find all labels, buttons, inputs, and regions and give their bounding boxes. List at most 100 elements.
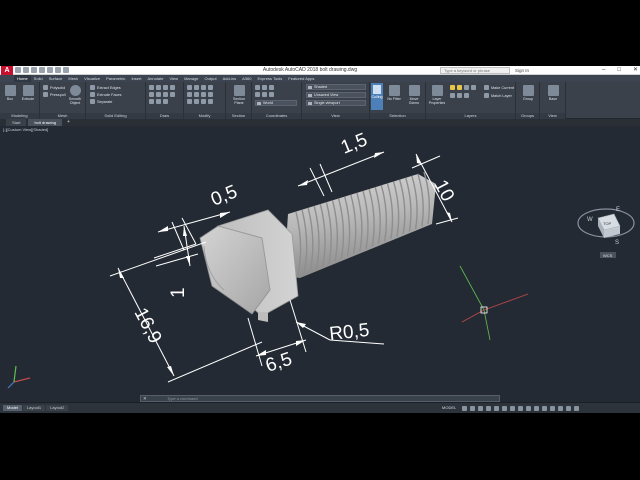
move-icon[interactable] bbox=[187, 85, 192, 90]
undo-icon[interactable] bbox=[55, 67, 61, 73]
layer-on-icon[interactable] bbox=[450, 85, 455, 90]
region-icon[interactable] bbox=[156, 99, 161, 104]
layout-tab-layout2[interactable]: Layout2 bbox=[46, 405, 69, 411]
open-icon[interactable] bbox=[23, 67, 29, 73]
culling-button[interactable]: Culling bbox=[371, 83, 383, 110]
scale-icon[interactable] bbox=[194, 99, 199, 104]
command-line[interactable]: ✕ Type a command bbox=[140, 395, 500, 402]
doc-tab-start[interactable]: Start bbox=[6, 119, 27, 126]
fillet-icon[interactable] bbox=[201, 92, 206, 97]
array-icon[interactable] bbox=[201, 99, 206, 104]
line-icon[interactable] bbox=[149, 85, 154, 90]
dim-text-1-5[interactable]: 1,5 bbox=[338, 129, 370, 158]
polar-icon[interactable] bbox=[486, 406, 491, 411]
tab-view[interactable]: View bbox=[166, 75, 181, 82]
new-tab-button[interactable]: + bbox=[64, 119, 73, 126]
annotation-monitor-icon[interactable] bbox=[534, 406, 539, 411]
rectangle-icon[interactable] bbox=[149, 92, 154, 97]
hardware-acceleration-icon[interactable] bbox=[550, 406, 555, 411]
search-input[interactable]: Type a keyword or phrase bbox=[440, 67, 510, 74]
match-layer-button[interactable]: Match Layer bbox=[484, 92, 512, 99]
customization-icon[interactable] bbox=[566, 406, 571, 411]
application-menu-button[interactable]: A bbox=[1, 66, 13, 75]
annotation-scale-icon[interactable] bbox=[518, 406, 523, 411]
explode-icon[interactable] bbox=[208, 92, 213, 97]
maximize-icon[interactable]: □ bbox=[617, 66, 621, 75]
workspace-icon[interactable] bbox=[526, 406, 531, 411]
ellipse-icon[interactable] bbox=[163, 92, 168, 97]
extract-edges-button[interactable]: Extract Edges bbox=[90, 84, 121, 91]
erase-icon[interactable] bbox=[208, 85, 213, 90]
presspull-button[interactable]: Presspull bbox=[43, 91, 66, 98]
layout-tab-model[interactable]: Model bbox=[3, 405, 22, 411]
viewport-controls[interactable]: [-][Custom View][Shaded] bbox=[3, 127, 48, 132]
visual-style-select[interactable]: Shaded bbox=[306, 84, 366, 90]
ortho-icon[interactable] bbox=[478, 406, 483, 411]
dim-text-16-9-display[interactable]: 16,9 bbox=[130, 304, 166, 347]
tab-express-tools[interactable]: Express Tools bbox=[254, 75, 285, 82]
dim-text-r0-5[interactable]: R0,5 bbox=[328, 320, 370, 345]
tab-addins[interactable]: Add-ins bbox=[220, 75, 240, 82]
tab-surface[interactable]: Surface bbox=[46, 75, 66, 82]
tab-featured-apps[interactable]: Featured Apps bbox=[285, 75, 317, 82]
ucs-object-icon[interactable] bbox=[262, 92, 267, 97]
circle-icon[interactable] bbox=[163, 85, 168, 90]
separate-button[interactable]: Separate bbox=[90, 98, 112, 105]
spline-icon[interactable] bbox=[156, 92, 161, 97]
layer-freeze-icon[interactable] bbox=[457, 85, 462, 90]
copy-icon[interactable] bbox=[187, 92, 192, 97]
ucs-select[interactable]: World bbox=[255, 100, 297, 106]
grid-icon[interactable] bbox=[462, 406, 467, 411]
dim-text-1[interactable]: 1 bbox=[168, 287, 189, 298]
isolate-objects-icon[interactable] bbox=[542, 406, 547, 411]
tab-manage[interactable]: Manage bbox=[181, 75, 201, 82]
make-current-button[interactable]: Make Current bbox=[484, 84, 514, 91]
polysolid-button[interactable]: Polysolid bbox=[43, 84, 65, 91]
ucs-view-icon[interactable] bbox=[255, 92, 260, 97]
model-space-indicator[interactable]: MODEL bbox=[442, 405, 456, 411]
save-as-icon[interactable] bbox=[39, 67, 45, 73]
smooth-object-button[interactable]: Smooth Object bbox=[66, 84, 84, 110]
base-view-button[interactable]: Base bbox=[544, 84, 562, 110]
mirror-icon[interactable] bbox=[194, 92, 199, 97]
group-button[interactable]: Group bbox=[519, 84, 537, 110]
box-button[interactable]: Box bbox=[2, 84, 18, 110]
tab-parametric[interactable]: Parametric bbox=[103, 75, 128, 82]
extrude-button[interactable]: Extrude bbox=[20, 84, 36, 110]
snap-icon[interactable] bbox=[470, 406, 475, 411]
layer-unisolate-icon[interactable] bbox=[457, 93, 462, 98]
layer-color-icon[interactable] bbox=[471, 85, 476, 90]
lineweight-icon[interactable] bbox=[510, 406, 515, 411]
arc-icon[interactable] bbox=[170, 85, 175, 90]
stretch-icon[interactable] bbox=[187, 99, 192, 104]
otrack-icon[interactable] bbox=[502, 406, 507, 411]
rotate-icon[interactable] bbox=[194, 85, 199, 90]
move-gizmo-button[interactable]: Move Gizmo bbox=[405, 84, 423, 110]
hatch-icon[interactable] bbox=[170, 92, 175, 97]
minimize-icon[interactable]: – bbox=[602, 66, 605, 75]
extrude-faces-button[interactable]: Extrude Faces bbox=[90, 91, 121, 98]
ucs-icon[interactable] bbox=[255, 85, 260, 90]
trim-icon[interactable] bbox=[201, 85, 206, 90]
ucs-origin-icon[interactable] bbox=[262, 85, 267, 90]
command-close-icon[interactable]: ✕ bbox=[143, 396, 147, 401]
layout-tab-layout1[interactable]: Layout1 bbox=[22, 405, 46, 411]
clean-screen-icon[interactable] bbox=[558, 406, 563, 411]
menu-icon[interactable] bbox=[574, 406, 579, 411]
ucs-face-icon[interactable] bbox=[269, 92, 274, 97]
dim-text-6-5[interactable]: 6,5 bbox=[263, 349, 295, 377]
view-preset-select[interactable]: Unsaved View bbox=[306, 92, 366, 98]
offset-icon[interactable] bbox=[208, 99, 213, 104]
drawing-area[interactable]: 1,5 0,5 10 1 16,9 16,9 6,5 R0,5 bbox=[0, 126, 640, 402]
no-filter-button[interactable]: No Filter bbox=[385, 84, 403, 110]
tab-a360[interactable]: A360 bbox=[239, 75, 254, 82]
helix-icon[interactable] bbox=[163, 99, 168, 104]
layer-lock-icon[interactable] bbox=[464, 85, 469, 90]
viewport-config-select[interactable]: Single viewport bbox=[306, 100, 366, 106]
tab-visualize[interactable]: Visualize bbox=[81, 75, 103, 82]
command-input[interactable]: Type a command bbox=[167, 396, 198, 401]
osnap-icon[interactable] bbox=[494, 406, 499, 411]
dim-text-0-5[interactable]: 0,5 bbox=[208, 181, 240, 210]
save-icon[interactable] bbox=[31, 67, 37, 73]
tab-output[interactable]: Output bbox=[202, 75, 220, 82]
